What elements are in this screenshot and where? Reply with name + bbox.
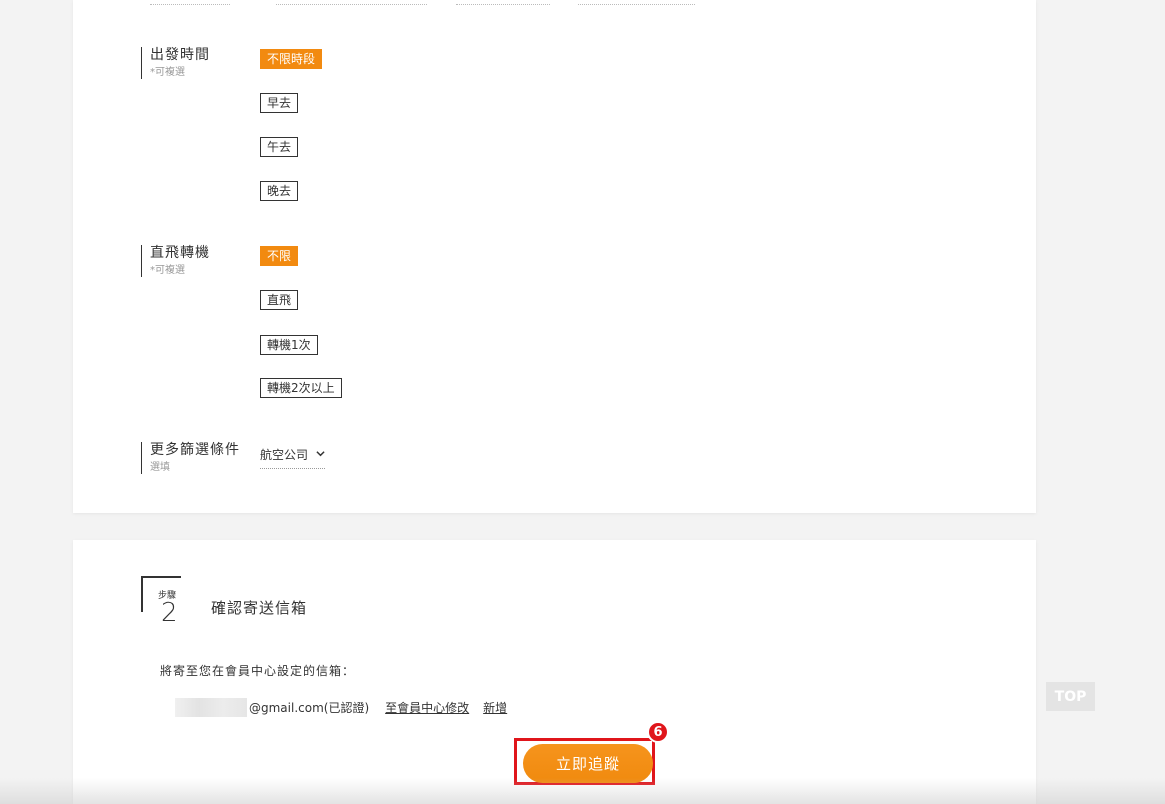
option-afternoon[interactable]: 午去	[260, 137, 299, 157]
email-row: @gmail.com(已認證) 至會員中心修改 新增	[175, 698, 507, 717]
confirm-email-card: 步驟 2 確認寄送信箱 將寄至您在會員中心設定的信箱： @gmail.com(已…	[73, 540, 1036, 804]
option-one-transfer[interactable]: 轉機1次	[260, 335, 318, 355]
divider	[456, 4, 550, 5]
departure-time-hint: *可複選	[150, 67, 185, 78]
more-filters-title: 更多篩選條件	[150, 442, 240, 458]
option-two-plus-transfers[interactable]: 轉機2次以上	[260, 378, 342, 398]
divider	[578, 4, 695, 5]
option-morning[interactable]: 早去	[260, 93, 299, 113]
chevron-down-icon	[316, 450, 325, 456]
divider	[276, 4, 427, 5]
airline-dropdown[interactable]: 航空公司	[260, 446, 326, 469]
add-email-link[interactable]: 新增	[483, 699, 507, 716]
option-any-time[interactable]: 不限時段	[260, 49, 323, 69]
more-filters-hint: 選填	[150, 462, 170, 473]
back-to-top-button[interactable]: TOP	[1046, 682, 1095, 711]
track-now-button[interactable]: 立即追蹤	[523, 744, 653, 783]
more-filters-label: 更多篩選條件 選填	[141, 442, 240, 474]
step-title: 確認寄送信箱	[211, 599, 308, 617]
direct-transfer-title: 直飛轉機	[150, 245, 210, 261]
option-any-stops[interactable]: 不限	[260, 246, 299, 266]
step-badge: 6	[647, 721, 669, 743]
option-direct[interactable]: 直飛	[260, 290, 299, 310]
direct-transfer-label: 直飛轉機 *可複選	[141, 245, 210, 277]
divider	[150, 4, 230, 5]
edit-in-member-center-link[interactable]: 至會員中心修改	[385, 699, 469, 716]
filter-card: 出發時間 *可複選 不限時段 早去 午去 晚去 直飛轉機 *可複選 不限 直飛 …	[73, 0, 1036, 513]
email-suffix: @gmail.com(已認證)	[249, 701, 370, 715]
step-number: 2	[161, 598, 178, 628]
airline-dropdown-label: 航空公司	[260, 448, 309, 462]
departure-time-title: 出發時間	[150, 47, 210, 63]
step-indicator: 步驟 2	[141, 576, 181, 628]
email-notice: 將寄至您在會員中心設定的信箱：	[160, 664, 356, 678]
option-evening[interactable]: 晚去	[260, 181, 299, 201]
direct-transfer-hint: *可複選	[150, 265, 185, 276]
masked-email-prefix	[175, 698, 247, 717]
departure-time-label: 出發時間 *可複選	[141, 47, 210, 79]
